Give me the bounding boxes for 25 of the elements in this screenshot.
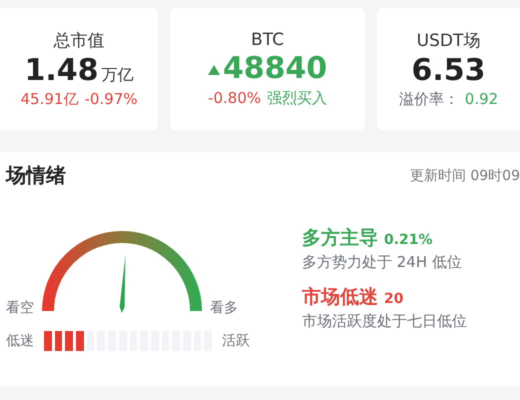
sentiment-title: 多方主导 <box>302 226 378 251</box>
card-value: 6.53 <box>411 54 486 88</box>
activity-label: 活跃 <box>222 332 250 350</box>
change-text: 强烈买入 <box>267 88 328 108</box>
change-text: 45.91亿 <box>20 90 78 110</box>
gauge-label: 看空 <box>6 299 34 317</box>
value-unit: 万亿 <box>102 64 134 86</box>
update-time: 更新时间 09时09 <box>410 166 520 184</box>
gauge-label: 看多 <box>210 299 238 317</box>
change-text: 溢价率： <box>398 90 459 110</box>
section-title: 场情绪 <box>6 162 66 189</box>
card-value: 48840 <box>222 52 328 87</box>
card-title: USDT场 <box>416 30 480 52</box>
activity-label: 低迷 <box>6 332 34 350</box>
sentiment-description: 市场活跃度处于七日低位 <box>302 312 467 331</box>
card-value: 1.48 <box>24 54 99 88</box>
change-text: 0.92 <box>464 90 498 110</box>
sentiment-value: 0.21% <box>384 232 433 248</box>
card-title: BTC <box>251 30 284 50</box>
change-text: -0.80% <box>208 88 262 108</box>
card-title: 总市值 <box>54 30 104 52</box>
change-text: -0.97% <box>84 90 138 110</box>
sentiment-value: 20 <box>384 291 404 307</box>
sentiment-description: 多方势力处于 24H 低位 <box>302 253 463 272</box>
sentiment-title: 市场低迷 <box>302 285 378 310</box>
